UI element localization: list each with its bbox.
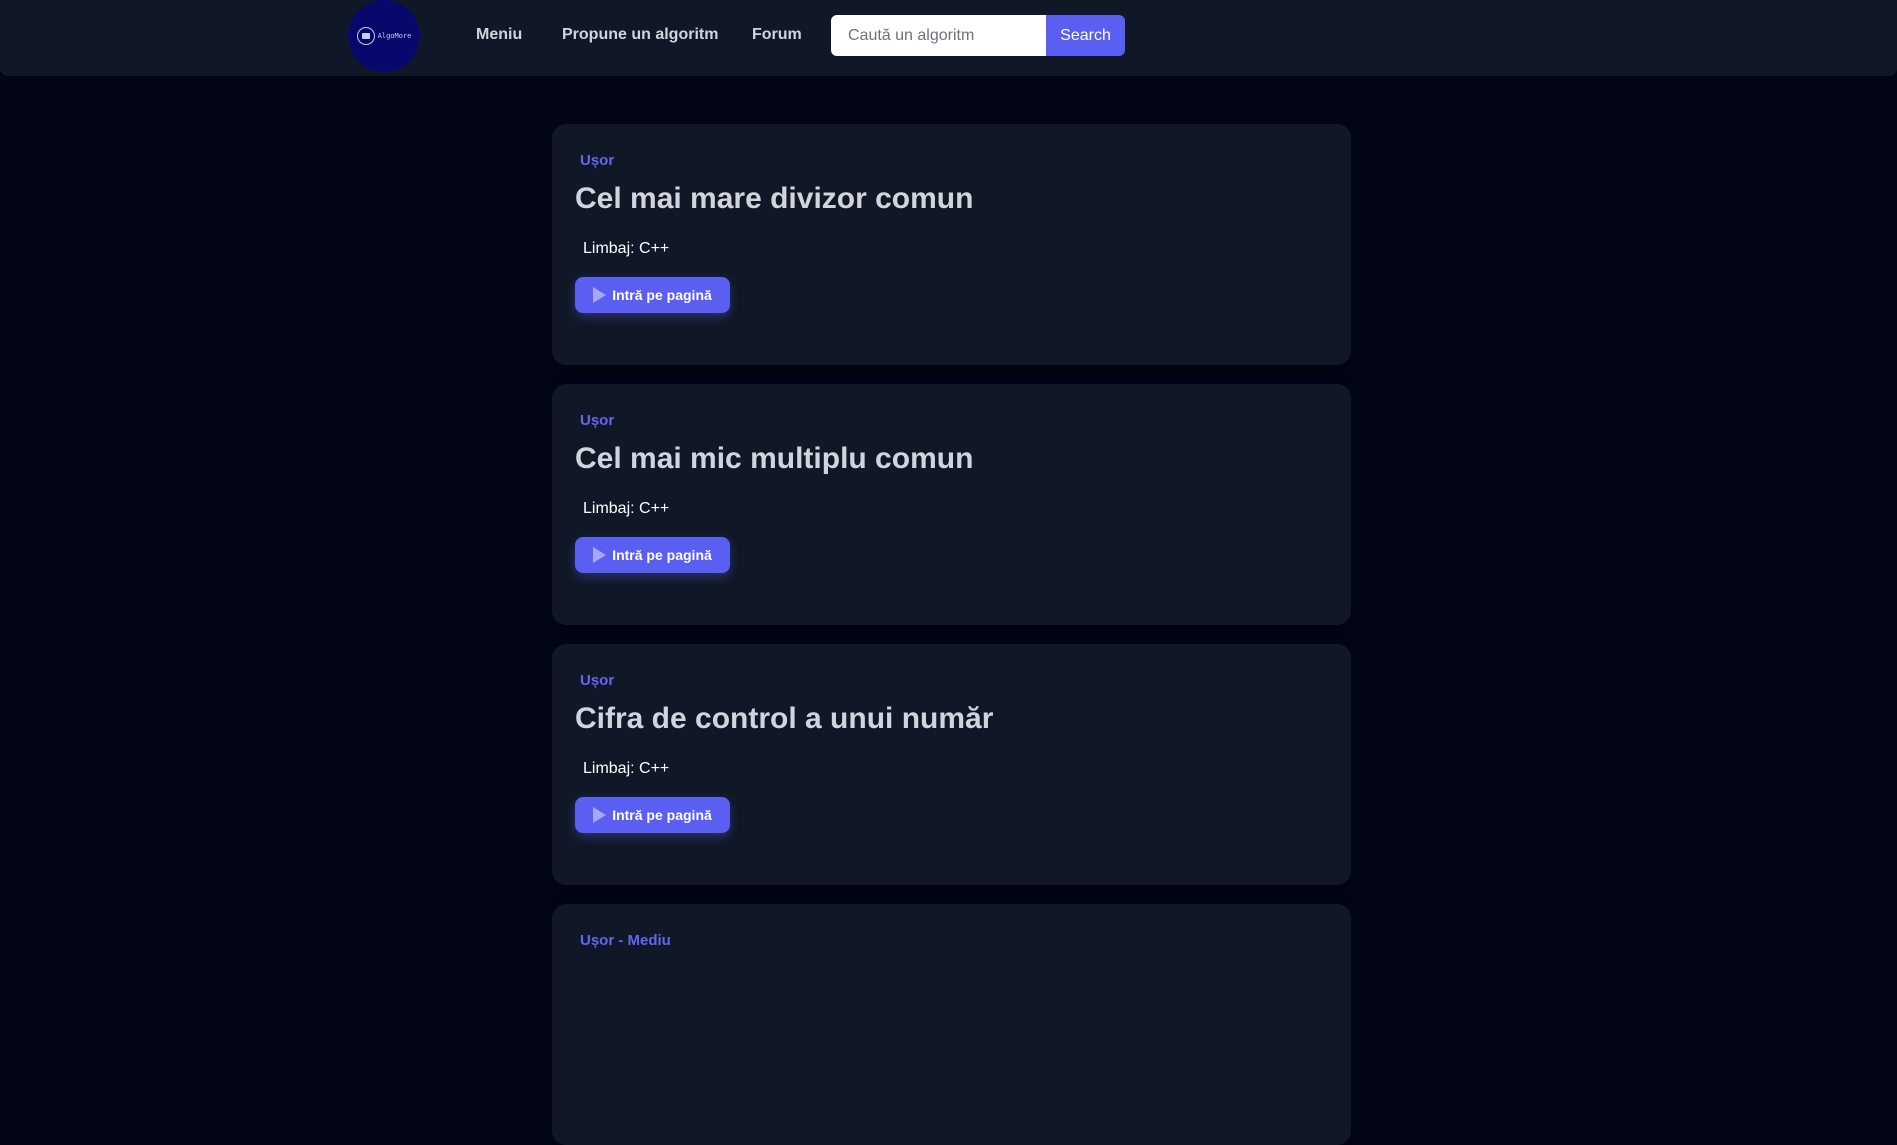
play-icon [593,547,607,563]
play-icon [593,807,607,823]
difficulty-badge: Ușor - Mediu [580,932,671,949]
algorithm-title: Cifra de control a unui număr [575,702,994,735]
difficulty-badge: Ușor [580,412,615,429]
enter-page-label: Intră pe pagină [612,807,712,823]
algorithm-card: Ușor Cifra de control a unui număr Limba… [552,644,1351,885]
algorithm-language: Limbaj: C++ [583,500,670,517]
algorithm-title: Cel mai mic multiplu comun [575,442,974,475]
play-icon [593,287,607,303]
search-input[interactable] [831,15,1046,56]
algorithm-card: Ușor - Mediu [552,904,1351,1145]
nav-link-forum[interactable]: Forum [752,26,802,44]
enter-page-button[interactable]: Intră pe pagină [575,537,730,573]
difficulty-badge: Ușor [580,672,615,689]
algorithm-title: Cel mai mare divizor comun [575,182,974,215]
book-icon [356,27,375,45]
nav-link-propose-algorithm[interactable]: Propune un algoritm [562,26,718,44]
search-button[interactable]: Search [1046,15,1125,56]
logo-text: AlgoMore [377,32,412,40]
algorithm-language: Limbaj: C++ [583,240,670,257]
enter-page-button[interactable]: Intră pe pagină [575,797,730,833]
algorithm-card: Ușor Cel mai mare divizor comun Limbaj: … [552,124,1351,365]
algorithm-language: Limbaj: C++ [583,760,670,777]
site-logo[interactable]: AlgoMore [348,0,420,72]
enter-page-button[interactable]: Intră pe pagină [575,277,730,313]
difficulty-badge: Ușor [580,152,615,169]
enter-page-label: Intră pe pagină [612,287,712,303]
enter-page-label: Intră pe pagină [612,547,712,563]
top-navbar: AlgoMore Meniu Propune un algoritm Forum… [0,0,1897,76]
algorithm-card: Ușor Cel mai mic multiplu comun Limbaj: … [552,384,1351,625]
nav-link-menu[interactable]: Meniu [476,26,522,44]
